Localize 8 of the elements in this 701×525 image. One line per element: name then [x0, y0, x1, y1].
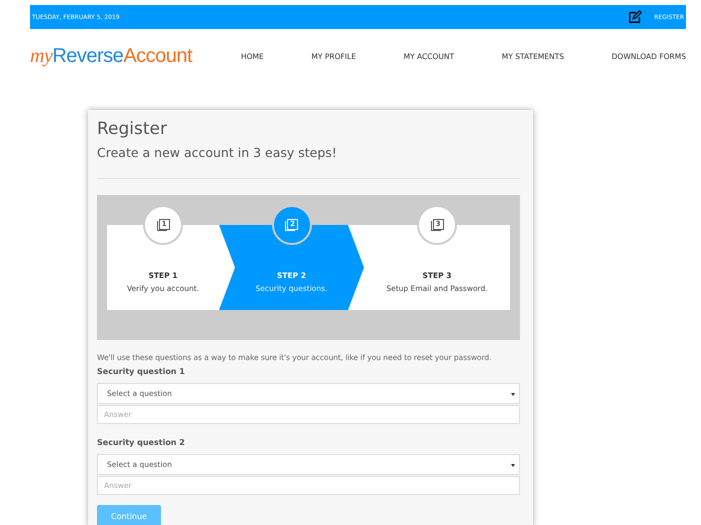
question-label: Security question 2: [97, 438, 186, 447]
card-subtitle: Create a new account in 3 easy steps!: [97, 145, 338, 160]
question-label: Security question 1: [97, 367, 186, 376]
logo[interactable]: myReverseAccount: [30, 44, 214, 68]
caret-icon: [511, 462, 515, 466]
caret-icon: [511, 392, 515, 396]
edit-icon[interactable]: [628, 10, 642, 24]
card-title: Register: [97, 119, 168, 139]
